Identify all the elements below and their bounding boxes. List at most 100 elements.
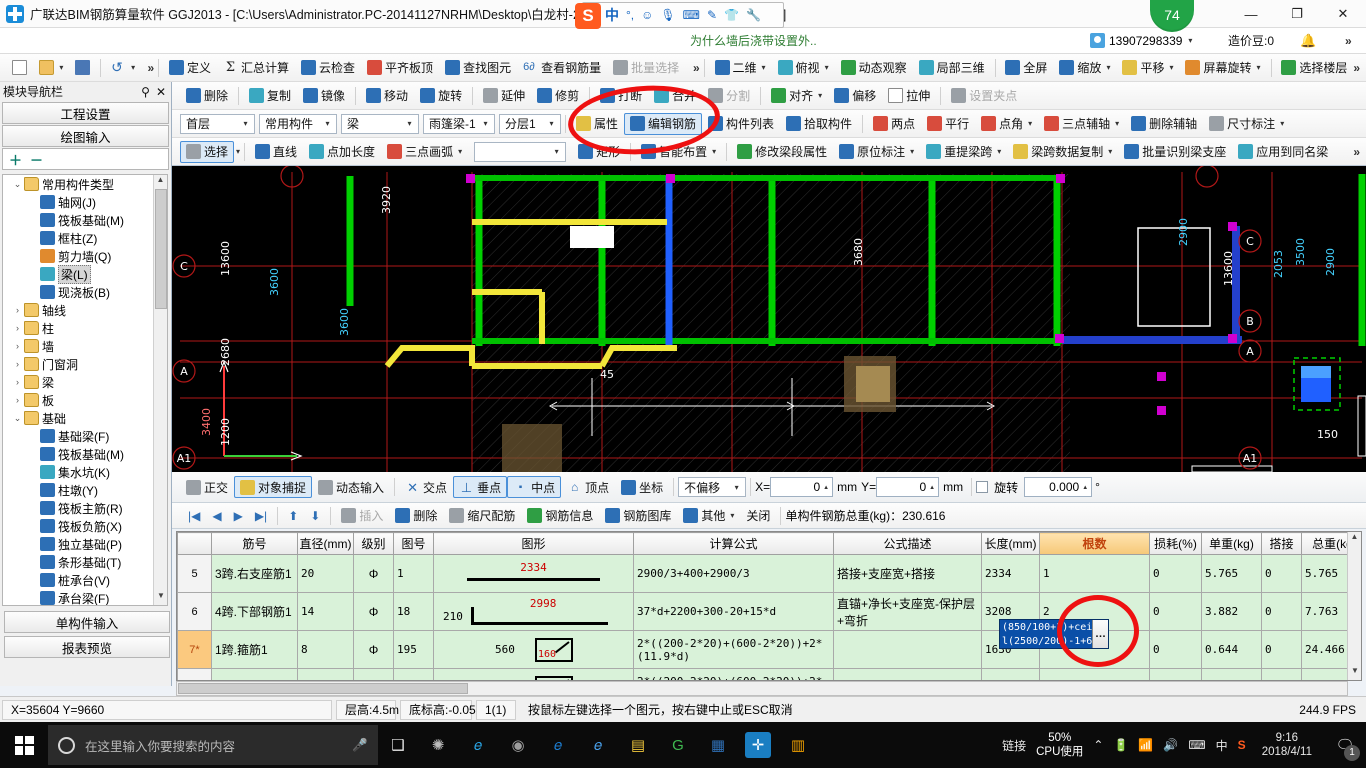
align-slab-top-button[interactable]: 平齐板顶 xyxy=(361,57,439,79)
remove-icon[interactable]: － xyxy=(30,150,43,169)
ime-settings-icon[interactable]: 🔧 xyxy=(746,8,761,22)
stretch-button[interactable]: 拉伸 xyxy=(882,85,936,107)
maximize-button[interactable]: ❐ xyxy=(1274,0,1320,28)
chevron-right-icon[interactable]: › xyxy=(11,395,24,405)
chevron-down-icon[interactable]: ▾ xyxy=(1188,36,1192,45)
mirror-button[interactable]: 镜像 xyxy=(297,85,351,107)
draw-toolbar-overflow-icon[interactable]: » xyxy=(1353,145,1360,159)
rebar-library-button[interactable]: 钢筋图库 xyxy=(599,505,677,527)
move-button[interactable]: 移动 xyxy=(360,85,414,107)
first-record-button[interactable]: |◀ xyxy=(182,505,206,527)
grade[interactable]: Φ xyxy=(353,630,394,669)
infostrip-more-icon[interactable]: » xyxy=(1345,34,1352,48)
next-record-button[interactable]: ▶ xyxy=(228,505,249,527)
wifi-icon[interactable]: 📶 xyxy=(1138,738,1153,752)
formula-description[interactable]: 搭接+支座宽+搭接 xyxy=(833,554,982,593)
point-angle-button[interactable]: 点角 ▾ xyxy=(975,113,1038,135)
snap-coordinate[interactable]: 坐标 xyxy=(615,476,669,498)
other-button[interactable]: 其他 ▾ xyxy=(677,505,740,527)
taskbar-app-wps[interactable]: ▦ xyxy=(698,722,738,768)
taskbar-app-note[interactable]: ▥ xyxy=(778,722,818,768)
diameter[interactable]: 20 xyxy=(297,554,354,593)
screen-rotate-button[interactable]: 屏幕旋转 ▾ xyxy=(1179,57,1266,79)
rotate-checkbox[interactable] xyxy=(976,481,989,493)
tree-node-22[interactable]: 桩承台(V) xyxy=(3,571,153,589)
chevron-down-icon[interactable]: ▾ xyxy=(479,119,492,128)
column-header-7[interactable]: 公式描述 xyxy=(833,532,982,555)
local-3d-button[interactable]: 局部三维 xyxy=(913,57,991,79)
count-cell-editor[interactable]: (850/100+1)+cei l(2500/200)-1+6 … xyxy=(999,619,1109,649)
ime-emoji-icon[interactable]: ☺ xyxy=(641,8,653,22)
diameter[interactable]: 14 xyxy=(297,592,354,631)
edit-beam-segment-tool[interactable]: 修改梁段属性 xyxy=(731,141,833,163)
single-component-input-button[interactable]: 单构件输入 xyxy=(4,611,170,633)
apply-to-same-beam-tool[interactable]: 应用到同名梁 xyxy=(1232,141,1334,163)
chevron-right-icon[interactable]: › xyxy=(11,341,24,351)
ime-keyboard-icon[interactable]: ⌨ xyxy=(683,8,700,22)
component-list-button[interactable]: 构件列表 xyxy=(702,113,780,135)
chevron-down-icon[interactable]: ▾ xyxy=(321,119,334,128)
add-icon[interactable]: ＋ xyxy=(9,150,22,169)
row-number[interactable]: 6 xyxy=(177,592,212,631)
offset-button[interactable]: 偏移 xyxy=(828,85,882,107)
member-selector[interactable]: 雨篷梁-1 ▾ xyxy=(423,113,495,134)
chevron-right-icon[interactable]: › xyxy=(11,305,24,315)
scroll-up-icon[interactable]: ▲ xyxy=(1348,532,1361,546)
unit-weight[interactable]: 0.644 xyxy=(1201,630,1262,669)
ime-skin-icon[interactable]: 👕 xyxy=(724,8,739,22)
column-header-6[interactable]: 计算公式 xyxy=(633,532,834,555)
tree-node-20[interactable]: 独立基础(P) xyxy=(3,535,153,553)
shape[interactable]: 560160 xyxy=(433,668,634,680)
drawing-canvas[interactable]: C A A1 C B A A1 13600 2680 1200 3400 3920 36… xyxy=(172,166,1366,472)
lap[interactable]: 0 xyxy=(1261,630,1302,669)
dynamic-input-toggle[interactable]: 动态输入 xyxy=(312,476,390,498)
tree-node-13[interactable]: ⌄ 基础 xyxy=(3,409,153,427)
loss-pct[interactable]: 0 xyxy=(1149,592,1202,631)
volume-icon[interactable]: 🔊 xyxy=(1163,738,1178,752)
in-situ-label-tool[interactable]: 原位标注 ▾ xyxy=(833,141,920,163)
chevron-down-icon[interactable]: ▾ xyxy=(1106,63,1110,72)
tree-node-1[interactable]: 轴网(J) xyxy=(3,193,153,211)
tree-node-11[interactable]: › 梁 xyxy=(3,373,153,391)
rebar-info-button[interactable]: 钢筋信息 xyxy=(521,505,599,527)
drawing-no[interactable]: 195 xyxy=(393,668,434,680)
edit-rebar-button[interactable]: 编辑钢筋 xyxy=(624,112,703,135)
chevron-down-icon[interactable]: ▾ xyxy=(762,63,766,72)
diameter[interactable]: 8 xyxy=(297,630,354,669)
diameter[interactable]: 8 xyxy=(297,668,354,680)
extend-button[interactable]: 延伸 xyxy=(477,85,531,107)
tree-node-2[interactable]: 筏板基础(M) xyxy=(3,211,153,229)
sidebar-item-project-settings[interactable]: 工程设置 xyxy=(2,102,169,124)
notification-bell-icon[interactable]: 🔔 xyxy=(1300,33,1316,49)
ortho-toggle[interactable]: 正交 xyxy=(180,476,234,498)
ime-handwrite-icon[interactable]: ✎ xyxy=(707,8,717,22)
length[interactable]: 2334 xyxy=(981,554,1040,593)
chevron-down-icon[interactable]: ▾ xyxy=(712,147,716,156)
chevron-down-icon[interactable]: ▾ xyxy=(550,147,563,156)
action-center-button[interactable]: 🗨 1 xyxy=(1328,722,1362,768)
tree-node-19[interactable]: 筏板负筋(X) xyxy=(3,517,153,535)
fullscreen-button[interactable]: 全屏 xyxy=(999,57,1053,79)
column-header-4[interactable]: 图号 xyxy=(393,532,434,555)
set-grip-button[interactable]: 设置夹点 xyxy=(945,85,1023,107)
shape[interactable]: 560160 xyxy=(433,630,634,669)
promo-link[interactable]: 为什么墙后浇带设置外.. xyxy=(690,32,817,49)
object-snap-toggle[interactable]: 对象捕捉 xyxy=(234,476,313,498)
view-toolbar-overflow-icon[interactable]: » xyxy=(1353,61,1360,75)
chevron-down-icon[interactable]: ▾ xyxy=(818,91,822,100)
lap[interactable]: 0 xyxy=(1261,668,1302,680)
rebar-name[interactable]: 2跨.箍筋1 xyxy=(211,668,298,680)
chevron-down-icon[interactable]: ▾ xyxy=(1280,119,1284,128)
row-number[interactable]: 5 xyxy=(177,554,212,593)
rotate-input[interactable]: 0.000▲▼ xyxy=(1024,477,1093,509)
save-project-button[interactable] xyxy=(69,57,96,79)
draw-shape-selector[interactable]: ▾ xyxy=(474,141,567,162)
merge-button[interactable]: 合并 xyxy=(648,85,702,107)
unit-weight[interactable]: 3.882 xyxy=(1201,592,1262,631)
chevron-down-icon[interactable]: ▾ xyxy=(1169,63,1173,72)
tree-node-16[interactable]: 集水坑(K) xyxy=(3,463,153,481)
ime-chinese-mode-icon[interactable]: 中 xyxy=(605,5,619,25)
chevron-down-icon[interactable]: ⌄ xyxy=(11,413,24,424)
tree-node-18[interactable]: 筏板主筋(R) xyxy=(3,499,153,517)
select-tool[interactable]: 选择 xyxy=(180,140,235,163)
